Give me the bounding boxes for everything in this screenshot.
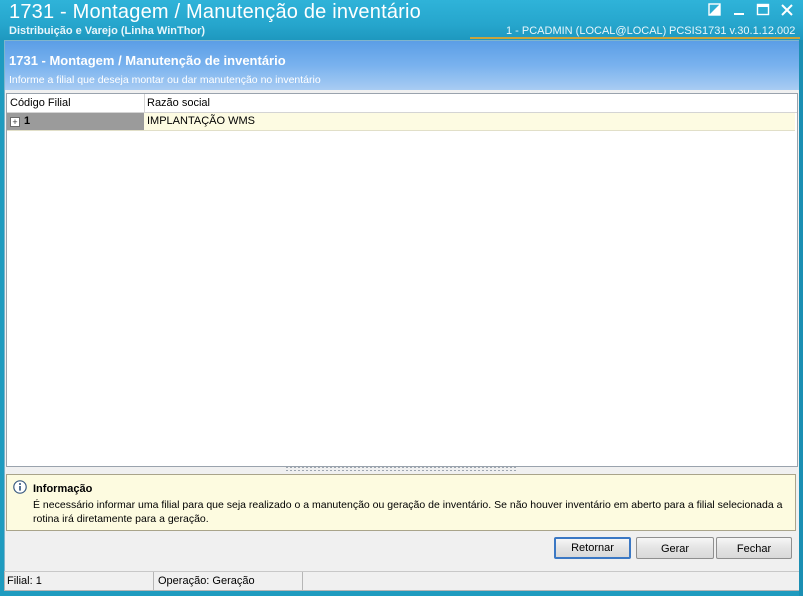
grid-header: Código Filial Razão social xyxy=(7,94,797,113)
window-edge xyxy=(799,40,803,596)
status-operacao: Operação: Geração xyxy=(158,575,255,587)
cell-razao[interactable]: IMPLANTAÇÃO WMS xyxy=(147,115,255,127)
status-bar: Filial: 1 Operação: Geração xyxy=(4,571,801,591)
panel-description: Informe a filial que deseja montar ou da… xyxy=(9,74,321,86)
minimize-icon[interactable] xyxy=(732,3,748,17)
gerar-button[interactable]: Gerar xyxy=(636,537,714,559)
status-separator xyxy=(153,572,154,590)
column-header-codigo[interactable]: Código Filial xyxy=(10,97,71,109)
window-subtitle: Distribuição e Varejo (Linha WinThor) xyxy=(9,25,206,37)
fechar-button[interactable]: Fechar xyxy=(716,537,792,559)
system-version-info: PCSIS1731 v.30.1.12.002 xyxy=(669,25,796,37)
filial-grid[interactable]: Código Filial Razão social + 1 IMPLANTAÇ… xyxy=(6,93,798,467)
restore-alt-icon[interactable] xyxy=(708,3,724,17)
column-separator[interactable] xyxy=(144,94,145,112)
cell-codigo[interactable]: + 1 xyxy=(7,113,144,130)
status-separator xyxy=(302,572,303,590)
accent-line xyxy=(470,37,800,39)
info-text: É necessário informar uma filial para qu… xyxy=(33,499,783,525)
retornar-button[interactable]: Retornar xyxy=(554,537,631,559)
status-filial: Filial: 1 xyxy=(7,575,42,587)
info-title: Informação xyxy=(33,483,93,495)
panel-title: 1731 - Montagem / Manutenção de inventár… xyxy=(9,53,286,68)
info-box: Informação É necessário informar uma fil… xyxy=(6,474,796,531)
user-info: 1 - PCADMIN (LOCAL@LOCAL) xyxy=(506,25,667,37)
maximize-icon[interactable] xyxy=(756,3,772,17)
main-panel: 1731 - Montagem / Manutenção de inventár… xyxy=(4,40,801,573)
cell-codigo-text: 1 xyxy=(24,115,31,127)
table-row[interactable]: + 1 IMPLANTAÇÃO WMS xyxy=(7,113,795,131)
expand-icon[interactable]: + xyxy=(10,117,20,127)
close-icon[interactable] xyxy=(780,3,796,17)
title-bar: 1731 - Montagem / Manutenção de inventár… xyxy=(0,0,803,40)
info-icon xyxy=(13,480,27,494)
column-header-razao[interactable]: Razão social xyxy=(147,97,210,109)
splitter-grip[interactable] xyxy=(285,466,517,472)
panel-header: 1731 - Montagem / Manutenção de inventár… xyxy=(5,41,800,90)
window-title: 1731 - Montagem / Manutenção de inventár… xyxy=(9,1,421,23)
